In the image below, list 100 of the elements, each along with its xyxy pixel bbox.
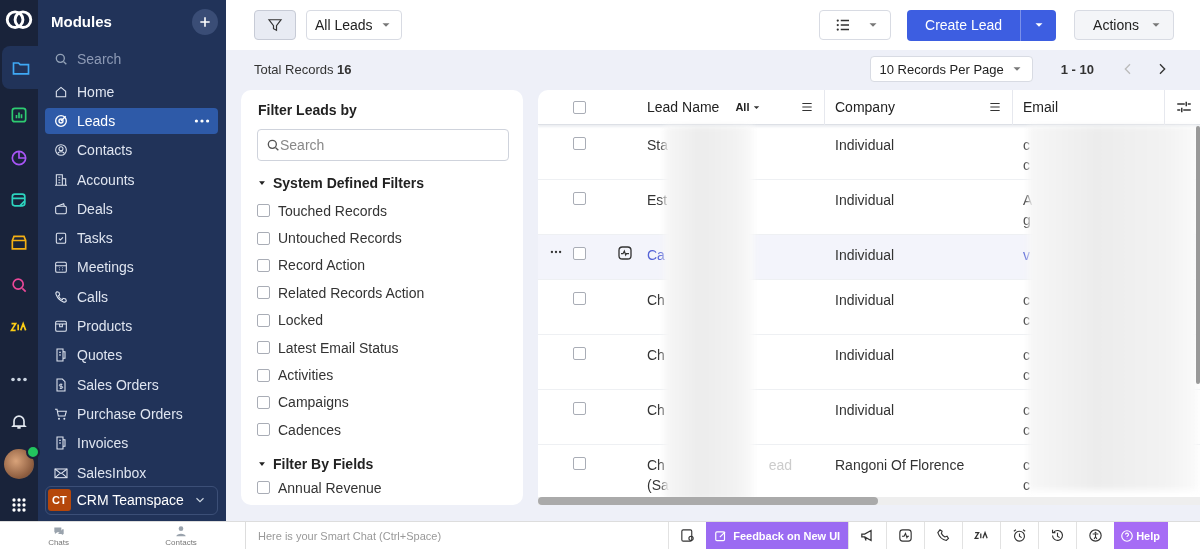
lead-name: (Sa — [647, 476, 669, 495]
sidebar-item[interactable]: Accounts — [45, 166, 218, 193]
teamspace-switcher[interactable]: CT CRM Teamspace — [45, 485, 218, 515]
sidebar-item[interactable]: Contacts — [45, 137, 218, 164]
lead-name: Est — [647, 191, 668, 210]
create-lead-button[interactable]: Create Lead — [907, 9, 1021, 41]
filter-button[interactable] — [254, 10, 296, 40]
select-all-checkbox[interactable] — [573, 100, 586, 114]
target-icon — [53, 112, 69, 129]
task-icon — [53, 230, 69, 247]
menu-icon — [988, 100, 1002, 114]
search-field[interactable]: Search — [257, 129, 509, 161]
row-checkbox[interactable] — [573, 137, 586, 150]
company-name: Individual — [835, 136, 895, 155]
search-field[interactable]: Search — [75, 49, 205, 68]
email-address: c — [1023, 421, 1030, 440]
row-checkbox[interactable] — [573, 402, 586, 415]
view-dropdown[interactable]: All Leads — [306, 10, 402, 40]
teamspace-badge: CT — [48, 489, 71, 512]
bottom-app-button[interactable]: Contacts — [165, 524, 197, 547]
sidebar-item[interactable]: Purchase Orders — [45, 400, 218, 427]
checkbox[interactable] — [257, 258, 270, 272]
company-name: Individual — [835, 291, 895, 310]
checkbox[interactable] — [257, 481, 270, 494]
sidebar-item[interactable]: Home — [45, 78, 218, 105]
checkbox[interactable] — [257, 286, 270, 300]
lead-name: Ch — [647, 346, 665, 365]
checkbox[interactable] — [257, 395, 270, 409]
filter-option[interactable]: Activities — [278, 367, 334, 384]
building-icon — [53, 171, 69, 188]
filter-option[interactable]: Touched Records — [278, 202, 387, 219]
sidebar-item[interactable]: SalesInbox — [45, 459, 218, 486]
document-icon — [53, 435, 69, 452]
checkbox[interactable] — [257, 204, 270, 218]
filter-icon — [266, 16, 284, 34]
sidebar-item[interactable]: Tasks — [45, 225, 218, 252]
filter-option[interactable]: Annual Revenue — [278, 479, 382, 496]
sidebar-item[interactable]: Invoices — [45, 430, 218, 457]
column-header[interactable]: Lead Name — [647, 99, 720, 115]
lead-name: Ch — [647, 291, 665, 310]
column-header[interactable]: Email — [1023, 99, 1058, 115]
lead-name: Ch — [647, 456, 665, 475]
filter-option[interactable]: Campaigns — [278, 394, 349, 411]
sidebar-item[interactable]: Products — [45, 313, 218, 339]
email-address: c — [1023, 456, 1030, 475]
email-address: c — [1023, 311, 1030, 330]
create-options-button[interactable] — [1020, 9, 1057, 41]
sidebar-item[interactable]: Quotes — [45, 342, 218, 369]
person-icon — [53, 142, 69, 159]
user-avatar[interactable] — [4, 448, 34, 479]
teamspace-name: CRM Teamspace — [76, 492, 185, 509]
checkbox[interactable] — [257, 231, 270, 245]
filter-group-header[interactable]: System Defined Filters — [257, 171, 509, 195]
add-button[interactable] — [192, 8, 218, 35]
row-checkbox[interactable] — [573, 192, 586, 205]
column-header[interactable]: Company — [835, 99, 895, 115]
filter-option[interactable]: Untouched Records — [278, 230, 402, 247]
lead-name: Sta — [647, 136, 668, 155]
sidebar-title: Modules — [51, 13, 112, 31]
more-icon — [194, 118, 210, 123]
checkbox[interactable] — [257, 368, 270, 382]
row-checkbox[interactable] — [573, 457, 586, 470]
vertical-scrollbar[interactable] — [1196, 126, 1200, 384]
sidebar-item[interactable]: Meetings — [45, 254, 218, 281]
sidebar-item[interactable]: Leads — [45, 107, 218, 134]
checkbox[interactable] — [257, 341, 270, 355]
filter-option[interactable]: Cadences — [278, 421, 342, 438]
horizontal-scrollbar[interactable] — [538, 497, 878, 505]
phone-icon — [53, 288, 69, 305]
sidebar-item[interactable]: Calls — [45, 283, 218, 310]
feedback-button[interactable]: Feedback on New UI — [706, 522, 849, 549]
email-address: c — [1023, 156, 1030, 175]
sidebar-item[interactable]: Deals — [45, 195, 218, 222]
bar-chart-icon — [9, 105, 29, 126]
row-checkbox[interactable] — [573, 292, 586, 305]
filter-group-header[interactable]: Filter By Fields — [257, 451, 509, 476]
column-filter-dropdown[interactable]: All — [735, 101, 794, 113]
email-address: c — [1023, 346, 1030, 365]
actions-button[interactable]: Actions — [1074, 10, 1174, 40]
row-checkbox[interactable] — [573, 247, 586, 260]
records-per-page-dropdown[interactable]: 10 Records Per Page — [870, 56, 1033, 82]
row-checkbox[interactable] — [573, 347, 586, 360]
document-icon — [53, 347, 69, 364]
company-name: Individual — [835, 401, 895, 420]
filter-option[interactable]: Latest Email Status — [278, 339, 399, 356]
lead-name-link[interactable]: Ca — [647, 245, 665, 265]
search-icon — [265, 137, 281, 153]
page-range: 1 - 10 — [1060, 61, 1094, 77]
email-address: c — [1023, 476, 1030, 495]
filter-option[interactable]: Locked — [278, 312, 324, 329]
checkbox[interactable] — [257, 313, 270, 327]
list-view-button[interactable] — [819, 10, 891, 40]
email-address: A — [1023, 191, 1033, 210]
filter-option[interactable]: Related Records Action — [278, 284, 425, 301]
bottom-app-button[interactable]: Chats — [48, 524, 70, 547]
sidebar-item[interactable]: Sales Orders — [45, 371, 218, 398]
checkbox[interactable] — [257, 423, 270, 437]
email-address: g — [1023, 211, 1031, 230]
filter-option[interactable]: Record Action — [278, 257, 366, 274]
list-icon — [834, 16, 852, 34]
